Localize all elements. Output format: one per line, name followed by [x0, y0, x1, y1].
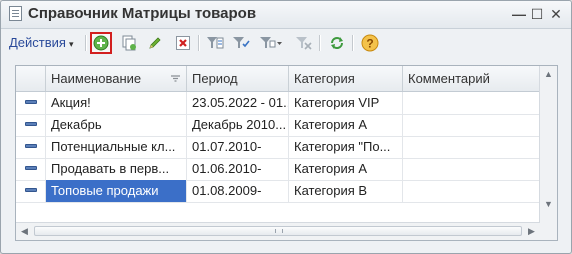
row-icon-cell — [16, 136, 46, 158]
cell-name: Декабрь — [46, 114, 187, 136]
item-icon — [25, 100, 37, 104]
edit-button[interactable] — [144, 32, 166, 54]
header-icon-column — [16, 66, 46, 91]
filter-value-icon — [207, 37, 224, 49]
filter-button[interactable] — [230, 32, 252, 54]
filter-clear-icon — [296, 37, 312, 50]
filter-dropdown-icon — [260, 37, 282, 48]
vertical-scrollbar[interactable]: ▲ ▼ — [539, 66, 557, 224]
add-button[interactable] — [90, 32, 112, 54]
maximize-button[interactable]: ☐ — [529, 6, 545, 22]
pencil-icon — [149, 37, 161, 49]
refresh-icon — [331, 37, 343, 49]
delete-button[interactable] — [172, 32, 194, 54]
close-button[interactable]: ✕ — [548, 6, 564, 22]
row-icon-cell — [16, 92, 46, 114]
column-header-comment[interactable]: Комментарий — [403, 66, 540, 91]
row-icon-cell — [16, 114, 46, 136]
item-icon — [25, 188, 37, 192]
scroll-left-icon[interactable]: ◀ — [16, 223, 33, 240]
column-header-label: Наименование — [51, 71, 142, 86]
table-row[interactable]: Продавать в перв... 01.06.2010- Категори… — [16, 158, 540, 181]
horizontal-scroll-thumb[interactable] — [34, 226, 522, 236]
scroll-down-icon[interactable]: ▼ — [540, 196, 557, 213]
scrollbar-corner — [540, 223, 557, 240]
scroll-right-icon[interactable]: ▶ — [523, 223, 540, 240]
actions-menu-button[interactable]: Действия ▾ — [5, 33, 78, 53]
cell-period: 01.07.2010- — [187, 136, 289, 158]
copy-icon — [122, 35, 136, 51]
cell-name: Продавать в перв... — [46, 158, 187, 180]
cell-category: Категория А — [289, 158, 403, 180]
item-icon — [25, 144, 37, 148]
copy-button[interactable] — [118, 32, 140, 54]
table-row-selected[interactable]: Топовые продажи 01.08.2009- Категория В — [16, 180, 540, 203]
cell-period: 01.08.2009- — [187, 180, 289, 202]
help-button[interactable]: ? — [359, 32, 381, 54]
grip-icon — [275, 229, 283, 233]
clear-filter-button[interactable] — [293, 32, 315, 54]
sort-ascending-icon — [171, 75, 180, 82]
svg-text:?: ? — [366, 37, 373, 51]
minimize-button[interactable]: — — [511, 6, 527, 22]
cell-name: Топовые продажи — [46, 180, 187, 202]
toolbar-separator — [319, 35, 321, 51]
item-icon — [25, 166, 37, 170]
cell-category: Категория В — [289, 180, 403, 202]
horizontal-scrollbar[interactable]: ◀ ▶ — [16, 222, 540, 240]
cell-category: Категория VIP — [289, 92, 403, 114]
help-icon: ? — [361, 34, 379, 52]
item-icon — [25, 122, 37, 126]
catalog-icon — [9, 6, 22, 21]
cell-name: Потенциальные кл... — [46, 136, 187, 158]
table-row[interactable]: Акция! 23.05.2022 - 01... Категория VIP — [16, 92, 540, 115]
actions-menu-label: Действия — [9, 35, 66, 50]
toolbar-separator — [352, 35, 354, 51]
row-icon-cell — [16, 180, 46, 202]
title-bar: Справочник Матрицы товаров — ☐ ✕ — [1, 1, 571, 29]
scroll-up-icon[interactable]: ▲ — [540, 66, 557, 83]
toolbar: Действия ▾ ? — [1, 29, 571, 56]
table-row[interactable]: Потенциальные кл... 01.07.2010- Категори… — [16, 136, 540, 159]
cell-category: Категория А — [289, 114, 403, 136]
toolbar-separator — [85, 35, 87, 51]
toolbar-separator — [198, 35, 200, 51]
window: Справочник Матрицы товаров — ☐ ✕ Действи… — [0, 0, 572, 254]
cell-period: 01.06.2010- — [187, 158, 289, 180]
cell-comment — [403, 92, 540, 114]
delete-x-icon — [176, 36, 190, 50]
cell-period: 23.05.2022 - 01... — [187, 92, 289, 114]
plus-circle-icon — [93, 35, 109, 51]
window-title: Справочник Матрицы товаров — [28, 5, 257, 22]
cell-period: Декабрь 2010... — [187, 114, 289, 136]
filter-by-value-button[interactable] — [204, 32, 226, 54]
filter-icon — [233, 37, 250, 48]
cell-comment — [403, 114, 540, 136]
cell-name: Акция! — [46, 92, 187, 114]
cell-comment — [403, 136, 540, 158]
row-icon-cell — [16, 158, 46, 180]
table-row[interactable]: Декабрь Декабрь 2010... Категория А — [16, 114, 540, 137]
cell-category: Категория "По... — [289, 136, 403, 158]
column-header-category[interactable]: Категория — [289, 66, 403, 91]
chevron-down-icon: ▾ — [68, 39, 74, 49]
refresh-button[interactable] — [326, 32, 348, 54]
column-header-name[interactable]: Наименование — [46, 66, 187, 91]
table-header: Наименование Период Категория Комментари… — [16, 66, 540, 92]
cell-comment — [403, 158, 540, 180]
filter-dropdown-button[interactable] — [257, 32, 285, 54]
cell-comment — [403, 180, 540, 202]
data-table: Наименование Период Категория Комментари… — [15, 65, 558, 241]
column-header-period[interactable]: Период — [187, 66, 289, 91]
